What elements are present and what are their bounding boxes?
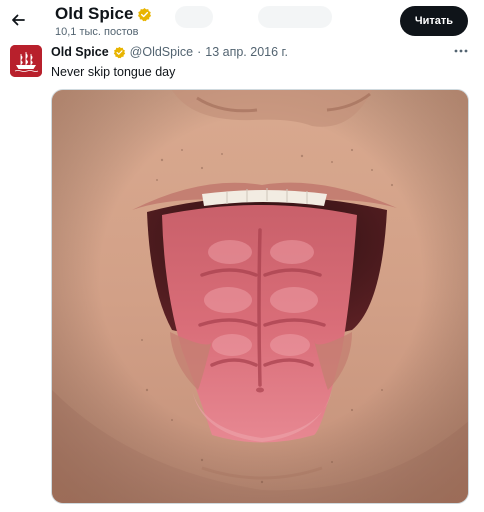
tweet-date[interactable]: 13 апр. 2016 г. xyxy=(205,44,288,60)
author-handle[interactable]: @OldSpice xyxy=(130,44,193,60)
follow-button[interactable]: Читать xyxy=(400,6,468,36)
tweet-header: Old Spice @OldSpice · 13 апр. 2016 г. xyxy=(51,44,288,60)
tweet-text: Never skip tongue day xyxy=(51,65,176,79)
tweet-image[interactable] xyxy=(51,89,469,504)
blurred-decoration xyxy=(175,6,213,28)
ship-logo-icon xyxy=(10,45,42,77)
tweet-page: Old Spice 10,1 тыс. постов Читать Old Sp… xyxy=(0,0,484,512)
separator-dot: · xyxy=(197,45,202,59)
more-dots-icon xyxy=(454,49,468,53)
avatar[interactable] xyxy=(10,45,42,77)
more-options-button[interactable] xyxy=(450,42,472,60)
author-name[interactable]: Old Spice xyxy=(51,44,109,60)
back-button[interactable] xyxy=(6,8,30,32)
header-title: Old Spice xyxy=(55,4,152,24)
tongue-photo xyxy=(52,90,468,503)
page-title: Old Spice xyxy=(55,4,134,23)
post-count: 10,1 тыс. постов xyxy=(55,26,139,38)
arrow-left-icon xyxy=(12,14,25,26)
profile-header: Old Spice 10,1 тыс. постов Читать xyxy=(0,0,484,42)
verified-badge-icon xyxy=(138,7,152,21)
verified-badge-icon xyxy=(113,46,125,58)
blurred-decoration xyxy=(258,6,332,28)
